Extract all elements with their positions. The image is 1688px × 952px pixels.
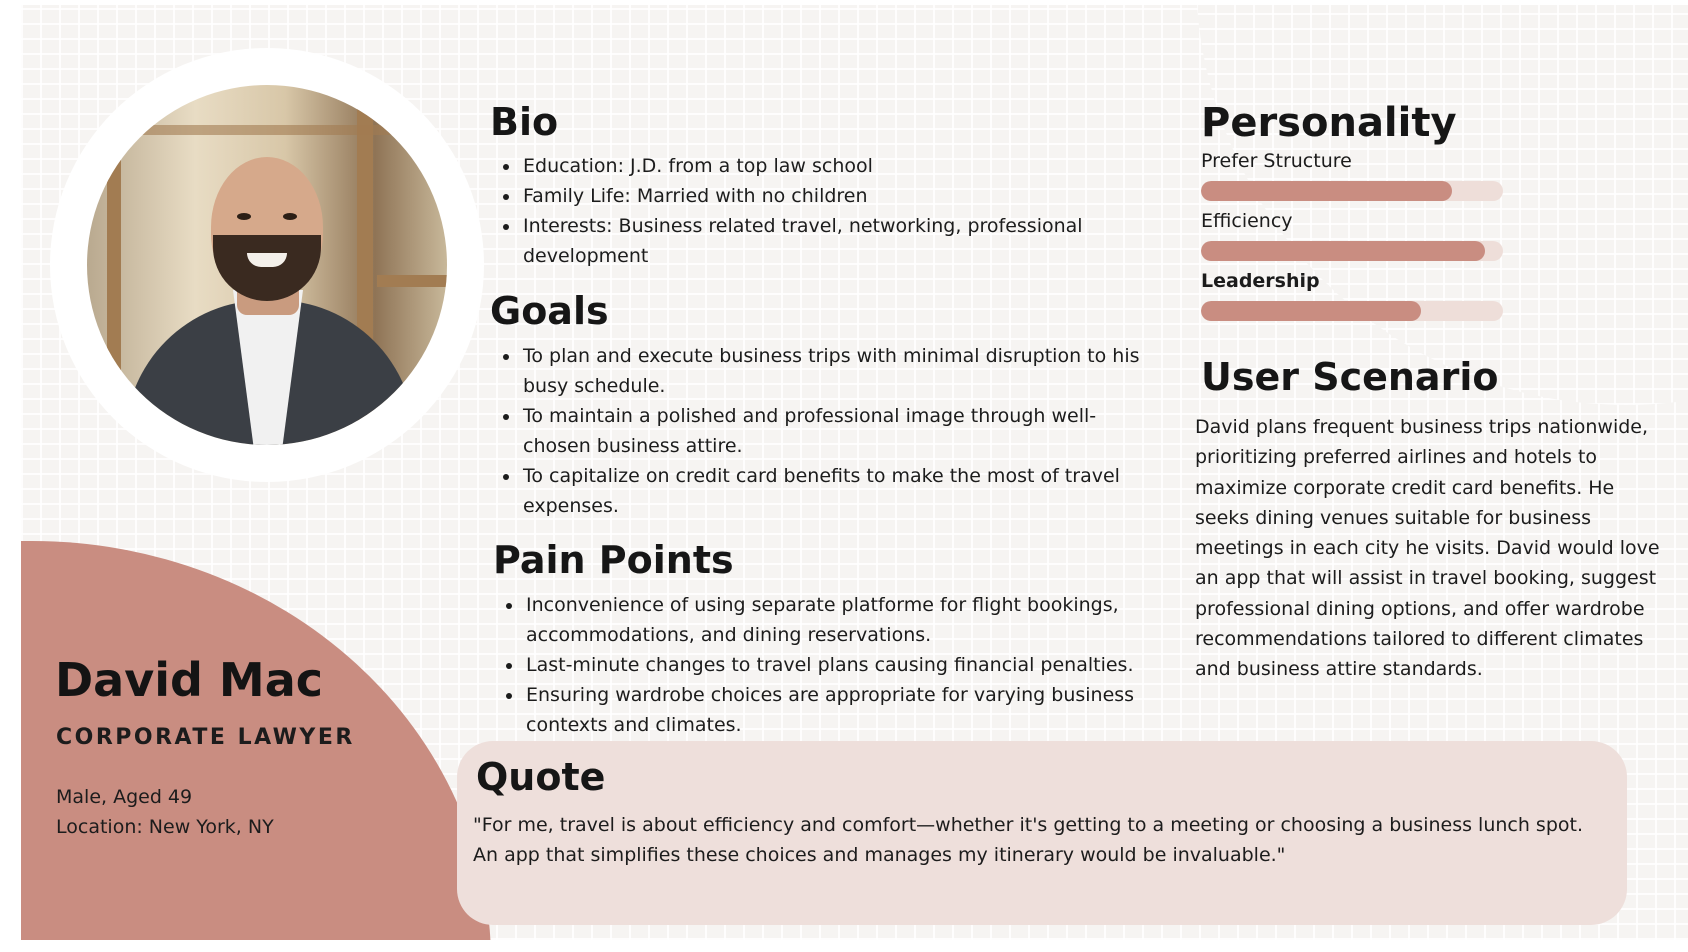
trait-fill — [1201, 181, 1452, 201]
pain-points-list: Inconvenience of using separate platform… — [494, 590, 1176, 740]
persona-name: David Mac — [55, 653, 324, 707]
trait-label-prefer-structure: Prefer Structure — [1201, 150, 1352, 172]
persona-role: CORPORATE LAWYER — [56, 725, 355, 750]
list-item: Education: J.D. from a top law school — [503, 151, 1143, 181]
trait-label-efficiency: Efficiency — [1201, 210, 1293, 232]
list-item: Last-minute changes to travel plans caus… — [506, 650, 1176, 680]
scenario-title: User Scenario — [1201, 355, 1499, 399]
persona-card: David Mac CORPORATE LAWYER Male, Aged 49… — [21, 5, 1688, 940]
trait-bar-prefer-structure — [1201, 181, 1503, 201]
list-item: Family Life: Married with no children — [503, 181, 1143, 211]
quote-text: "For me, travel is about efficiency and … — [473, 814, 1584, 866]
persona-gender-age: Male, Aged 49 — [56, 786, 193, 808]
trait-label-leadership: Leadership — [1201, 270, 1320, 292]
bio-list: Education: J.D. from a top law school Fa… — [491, 151, 1143, 271]
pain-points-title: Pain Points — [493, 538, 734, 582]
bio-title: Bio — [490, 100, 559, 144]
list-item: Interests: Business related travel, netw… — [503, 211, 1143, 271]
list-item: To capitalize on credit card benefits to… — [503, 461, 1163, 521]
quote-title: Quote — [476, 755, 606, 799]
list-item: Inconvenience of using separate platform… — [506, 590, 1176, 650]
goals-title: Goals — [490, 289, 609, 333]
personality-title: Personality — [1201, 100, 1457, 146]
list-item: Ensuring wardrobe choices are appropriat… — [506, 680, 1176, 740]
goals-list: To plan and execute business trips with … — [491, 341, 1163, 521]
scenario-text: David plans frequent business trips nati… — [1195, 416, 1660, 681]
list-item: To maintain a polished and professional … — [503, 401, 1163, 461]
list-item: To plan and execute business trips with … — [503, 341, 1163, 401]
avatar — [87, 85, 447, 445]
persona-location: Location: New York, NY — [56, 816, 274, 838]
quote-box: Quote "For me, travel is about efficienc… — [457, 741, 1627, 925]
trait-fill — [1201, 241, 1485, 261]
trait-bar-efficiency — [1201, 241, 1503, 261]
trait-fill — [1201, 301, 1422, 321]
trait-bar-leadership — [1201, 301, 1503, 321]
